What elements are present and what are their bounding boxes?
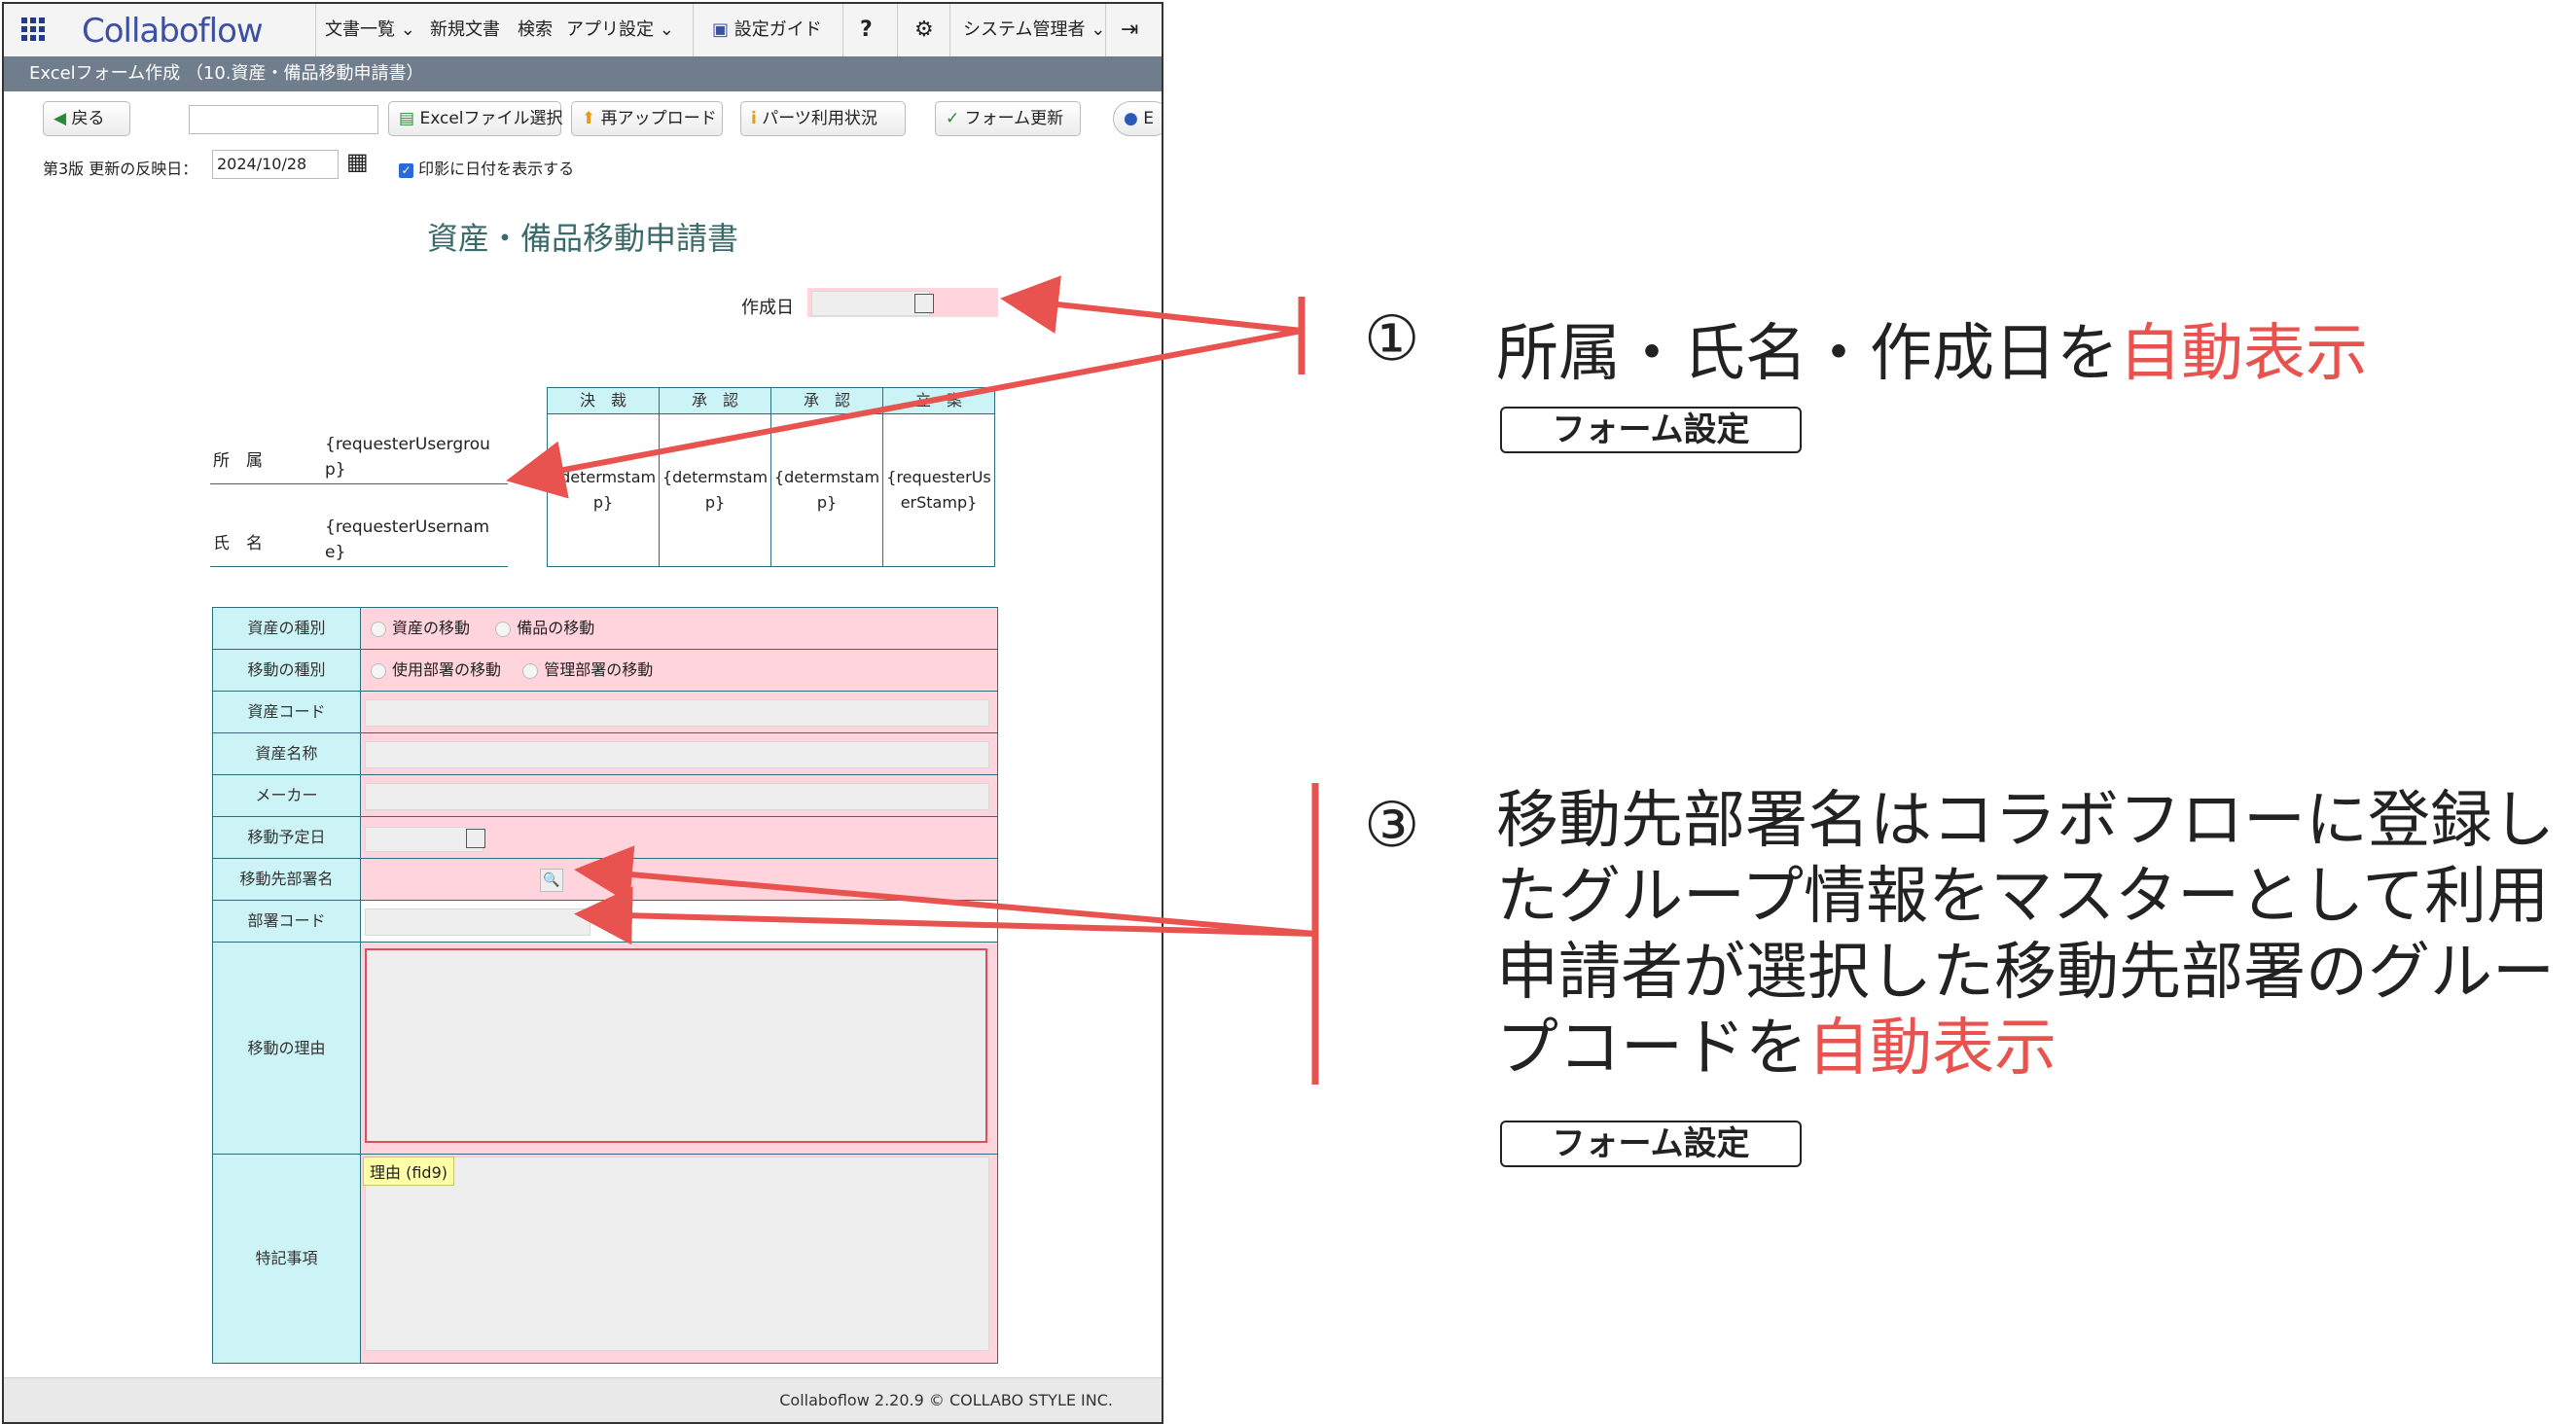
annotation-3-line-4: プコードを自動表示 (1496, 1011, 2555, 1086)
annotation-1-number: ① (1364, 303, 1420, 375)
annotation-3-number: ③ (1364, 790, 1420, 862)
annotation-1-text: 所属・氏名・作成日を自動表示 (1496, 303, 2368, 393)
annotation-3-line-3: 申請者が選択した移動先部署のグルー (1496, 937, 2555, 1009)
annotation-1-highlight: 自動表示 (2119, 318, 2368, 390)
arrow-to-created-date (1000, 275, 1303, 334)
annotation-3-line-4-plain: プコードを (1496, 1013, 1807, 1085)
annotation-arrows (506, 275, 1319, 1085)
annotation-3-line-2: たグループ情報をマスターとして利用 (1496, 861, 2550, 933)
arrow-to-dept-name (506, 328, 1303, 499)
annotation-3-text: 移動先部署名はコラボフローに登録し たグループ情報をマスターとして利用 申請者が… (1496, 783, 2555, 1086)
annotation-1-tag: フォーム設定 (1500, 407, 1802, 453)
annotation-3-highlight: 自動表示 (1807, 1013, 2057, 1085)
annotation-3-line-1: 移動先部署名はコラボフローに登録し (1496, 785, 2555, 857)
annotation-1-plain: 所属・氏名・作成日を (1496, 318, 2119, 390)
annotation-3-tag: フォーム設定 (1500, 1121, 1802, 1167)
